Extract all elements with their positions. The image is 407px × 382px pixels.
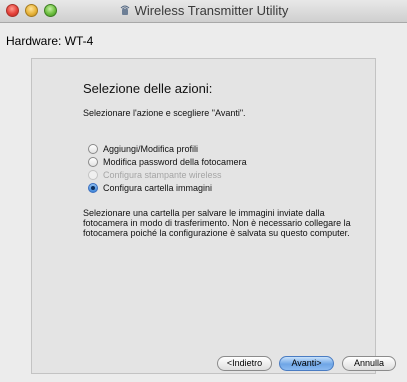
radio-button-selected[interactable] xyxy=(88,183,98,193)
radio-label: Configura cartella immagini xyxy=(103,183,213,193)
next-button[interactable]: Avanti> xyxy=(279,356,334,371)
radio-label: Aggiungi/Modifica profili xyxy=(103,144,199,154)
description-line: fotocamera poiché la configurazione è sa… xyxy=(83,228,350,238)
app-window: Wireless Transmitter Utility Hardware: W… xyxy=(0,0,407,382)
radio-label: Configura stampante wireless xyxy=(103,170,222,180)
radio-option-configure-wireless-printer: Configura stampante wireless xyxy=(88,169,222,181)
cancel-button[interactable]: Annulla xyxy=(342,356,396,371)
radio-button[interactable] xyxy=(88,144,98,154)
instruction-text: Selezionare l'azione e scegliere "Avanti… xyxy=(83,108,246,118)
radio-option-configure-image-folder[interactable]: Configura cartella immagini xyxy=(88,182,212,194)
radio-button-disabled xyxy=(88,170,98,180)
window-title-container: Wireless Transmitter Utility xyxy=(0,3,407,18)
radio-label: Modifica password della fotocamera xyxy=(103,157,247,167)
option-description: Selezionare una cartella per salvare le … xyxy=(83,208,373,238)
wireless-transmitter-icon xyxy=(120,5,129,15)
title-bar[interactable]: Wireless Transmitter Utility xyxy=(0,0,407,23)
description-line: Selezionare una cartella per salvare le … xyxy=(83,208,325,218)
hardware-label: Hardware: WT-4 xyxy=(6,34,94,48)
radio-option-change-camera-password[interactable]: Modifica password della fotocamera xyxy=(88,156,247,168)
description-line: fotocamera in modo di trasferimento. Non… xyxy=(83,218,351,228)
back-button[interactable]: <Indietro xyxy=(217,356,272,371)
window-title: Wireless Transmitter Utility xyxy=(134,3,289,18)
radio-button[interactable] xyxy=(88,157,98,167)
radio-option-add-edit-profiles[interactable]: Aggiungi/Modifica profili xyxy=(88,143,198,155)
section-heading: Selezione delle azioni: xyxy=(83,81,213,96)
